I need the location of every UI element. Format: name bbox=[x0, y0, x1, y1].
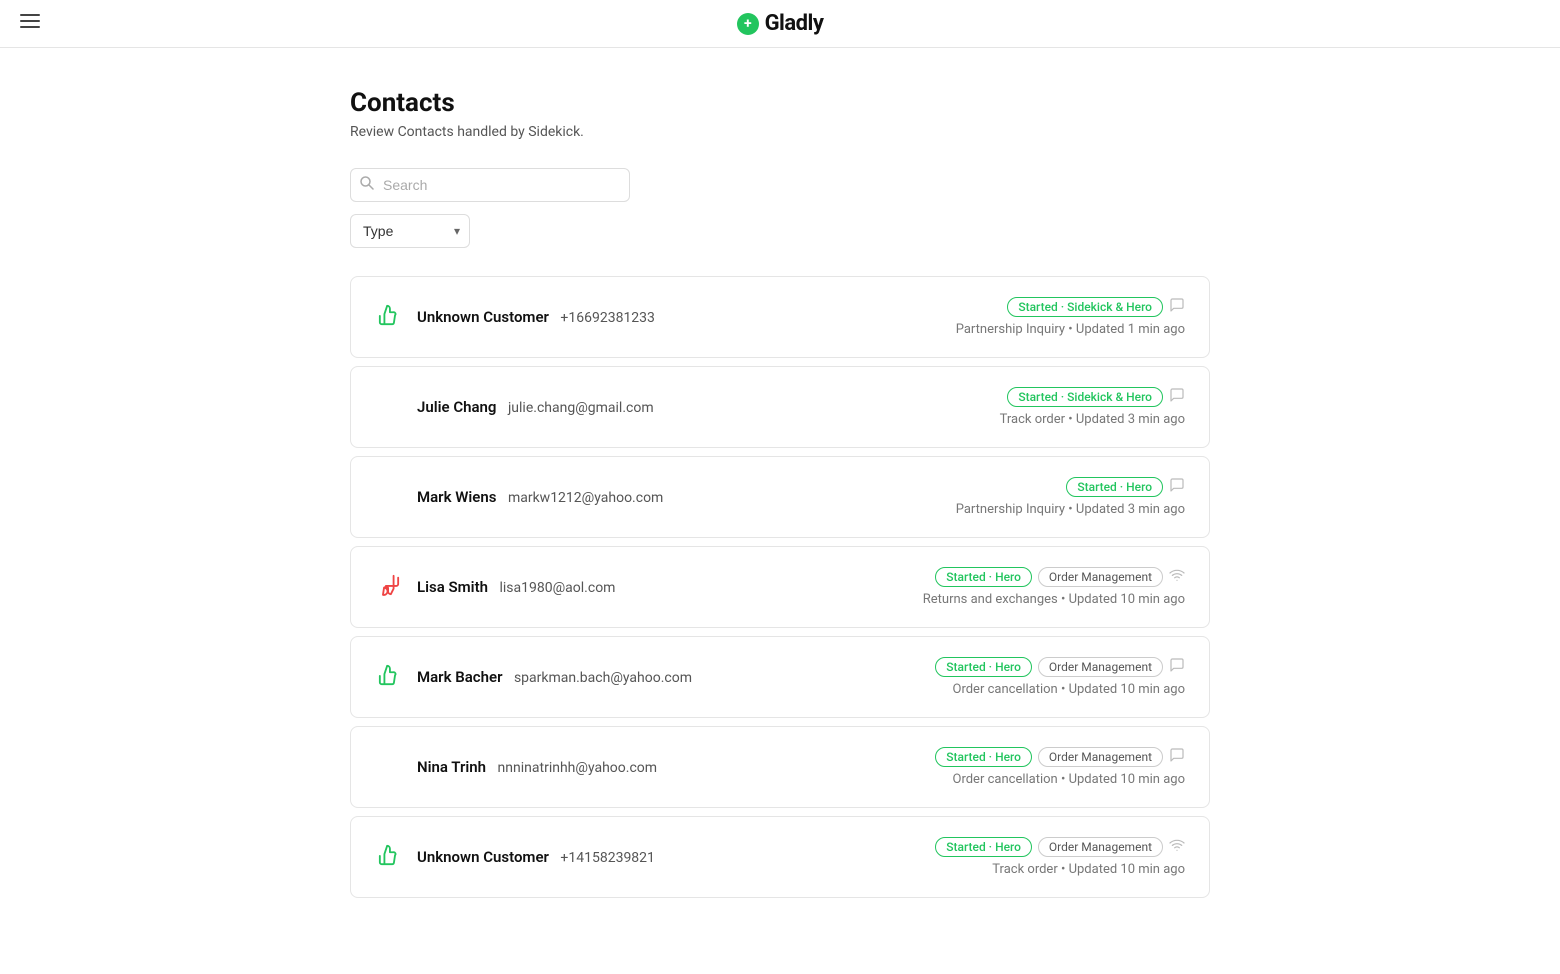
contact-info: Lisa Smith lisa1980@aol.com bbox=[417, 578, 615, 596]
contact-name: Unknown Customer bbox=[417, 848, 549, 866]
main-content: Contacts Review Contacts handled by Side… bbox=[330, 48, 1230, 946]
contact-identifier: nnninatrinhh@yahoo.com bbox=[498, 760, 658, 776]
contact-name: Mark Wiens bbox=[417, 488, 496, 506]
contact-right: Started · Hero Order Management Track or… bbox=[935, 837, 1185, 877]
contact-info: Mark Bacher sparkman.bach@yahoo.com bbox=[417, 668, 692, 686]
contact-info: Mark Wiens markw1212@yahoo.com bbox=[417, 488, 663, 506]
badge-primary: Started · Hero bbox=[935, 747, 1032, 767]
contact-identifier: julie.chang@gmail.com bbox=[508, 400, 654, 416]
contact-right: Started · Hero Order Management Order ca… bbox=[935, 657, 1185, 697]
contact-left: Unknown Customer +16692381233 bbox=[375, 304, 655, 331]
contact-info: Unknown Customer +14158239821 bbox=[417, 848, 655, 866]
contact-card[interactable]: Julie Chang julie.chang@gmail.com Starte… bbox=[350, 366, 1210, 448]
badge-secondary: Order Management bbox=[1038, 837, 1163, 857]
badge-primary: Started · Hero bbox=[935, 837, 1032, 857]
wifi-icon bbox=[1169, 567, 1185, 587]
logo-icon: + bbox=[737, 13, 759, 35]
hamburger-menu[interactable] bbox=[20, 11, 40, 36]
contact-info: Nina Trinh nnninatrinhh@yahoo.com bbox=[417, 758, 657, 776]
chat-icon bbox=[1169, 477, 1185, 497]
chat-icon bbox=[1169, 747, 1185, 767]
search-wrapper bbox=[350, 168, 630, 202]
contact-right: Started · Hero Order Management Returns … bbox=[923, 567, 1185, 607]
badges-row: Started · Hero Order Management bbox=[935, 657, 1185, 677]
contact-name: Julie Chang bbox=[417, 398, 496, 416]
contact-name: Mark Bacher bbox=[417, 668, 502, 686]
badge-primary: Started · Sidekick & Hero bbox=[1007, 297, 1163, 317]
badge-primary: Started · Sidekick & Hero bbox=[1007, 387, 1163, 407]
badge-secondary: Order Management bbox=[1038, 747, 1163, 767]
badge-primary: Started · Hero bbox=[1066, 477, 1163, 497]
badges-row: Started · Hero Order Management bbox=[935, 837, 1185, 857]
contact-name: Unknown Customer bbox=[417, 308, 549, 326]
contact-card[interactable]: Mark Wiens markw1212@yahoo.com Started ·… bbox=[350, 456, 1210, 538]
chat-icon bbox=[1169, 387, 1185, 407]
contact-identifier: markw1212@yahoo.com bbox=[508, 490, 663, 506]
badges-row: Started · Sidekick & Hero bbox=[1007, 297, 1185, 317]
contact-meta: Partnership Inquiry • Updated 3 min ago bbox=[956, 502, 1185, 517]
badge-primary: Started · Hero bbox=[935, 657, 1032, 677]
type-dropdown-wrapper: Type All Phone Email Chat ▾ bbox=[350, 214, 470, 248]
contact-name: Lisa Smith bbox=[417, 578, 488, 596]
contact-card[interactable]: Unknown Customer +14158239821 Started · … bbox=[350, 816, 1210, 898]
contact-card[interactable]: Unknown Customer +16692381233 Started · … bbox=[350, 276, 1210, 358]
badge-primary: Started · Hero bbox=[935, 567, 1032, 587]
contact-left: Mark Bacher sparkman.bach@yahoo.com bbox=[375, 664, 692, 691]
badge-secondary: Order Management bbox=[1038, 657, 1163, 677]
thumbs-down-icon bbox=[375, 574, 403, 601]
badges-row: Started · Hero bbox=[1066, 477, 1185, 497]
contact-left: Lisa Smith lisa1980@aol.com bbox=[375, 574, 615, 601]
contact-meta: Order cancellation • Updated 10 min ago bbox=[953, 682, 1186, 697]
search-input[interactable] bbox=[350, 168, 630, 202]
contact-meta: Track order • Updated 10 min ago bbox=[992, 862, 1185, 877]
contact-left: Mark Wiens markw1212@yahoo.com bbox=[375, 488, 663, 506]
badges-row: Started · Hero Order Management bbox=[935, 567, 1185, 587]
contact-right: Started · Sidekick & Hero Partnership In… bbox=[956, 297, 1185, 337]
contacts-list: Unknown Customer +16692381233 Started · … bbox=[350, 276, 1210, 906]
chat-icon bbox=[1169, 297, 1185, 317]
app-logo: + Gladly bbox=[737, 11, 824, 36]
contact-info: Julie Chang julie.chang@gmail.com bbox=[417, 398, 654, 416]
contact-identifier: +16692381233 bbox=[560, 310, 655, 326]
type-dropdown[interactable]: Type All Phone Email Chat bbox=[350, 214, 470, 248]
contact-left: Unknown Customer +14158239821 bbox=[375, 844, 655, 871]
contact-meta: Returns and exchanges • Updated 10 min a… bbox=[923, 592, 1185, 607]
badge-secondary: Order Management bbox=[1038, 567, 1163, 587]
contact-meta: Partnership Inquiry • Updated 1 min ago bbox=[956, 322, 1185, 337]
contact-right: Started · Sidekick & Hero Track order • … bbox=[1000, 387, 1185, 427]
thumbs-up-icon bbox=[375, 304, 403, 331]
contact-identifier: +14158239821 bbox=[560, 850, 655, 866]
thumbs-up-icon bbox=[375, 664, 403, 691]
chat-icon bbox=[1169, 657, 1185, 677]
badges-row: Started · Sidekick & Hero bbox=[1007, 387, 1185, 407]
contact-identifier: sparkman.bach@yahoo.com bbox=[514, 670, 692, 686]
contact-card[interactable]: Lisa Smith lisa1980@aol.com Started · He… bbox=[350, 546, 1210, 628]
contact-left: Julie Chang julie.chang@gmail.com bbox=[375, 398, 654, 416]
badges-row: Started · Hero Order Management bbox=[935, 747, 1185, 767]
logo-text: Gladly bbox=[765, 11, 824, 36]
contact-identifier: lisa1980@aol.com bbox=[499, 580, 615, 596]
contact-card[interactable]: Nina Trinh nnninatrinhh@yahoo.com Starte… bbox=[350, 726, 1210, 808]
thumbs-up-icon bbox=[375, 844, 403, 871]
wifi-icon bbox=[1169, 837, 1185, 857]
page-subtitle: Review Contacts handled by Sidekick. bbox=[350, 124, 1210, 140]
contact-card[interactable]: Mark Bacher sparkman.bach@yahoo.com Star… bbox=[350, 636, 1210, 718]
contact-left: Nina Trinh nnninatrinhh@yahoo.com bbox=[375, 758, 657, 776]
contact-info: Unknown Customer +16692381233 bbox=[417, 308, 655, 326]
contact-name: Nina Trinh bbox=[417, 758, 486, 776]
top-navigation: + Gladly bbox=[0, 0, 1560, 48]
contact-meta: Track order • Updated 3 min ago bbox=[1000, 412, 1185, 427]
contact-right: Started · Hero Partnership Inquiry • Upd… bbox=[956, 477, 1185, 517]
contact-right: Started · Hero Order Management Order ca… bbox=[935, 747, 1185, 787]
page-title: Contacts bbox=[350, 88, 1210, 118]
contact-meta: Order cancellation • Updated 10 min ago bbox=[953, 772, 1186, 787]
